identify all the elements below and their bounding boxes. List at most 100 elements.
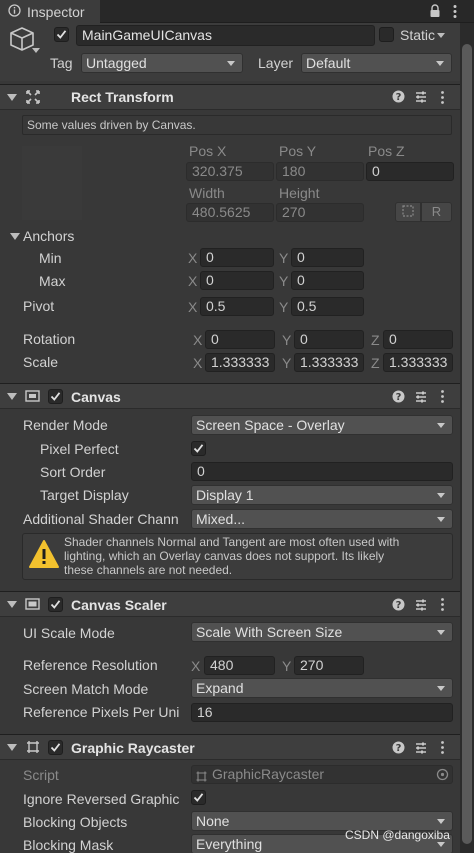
object-picker-icon[interactable] bbox=[436, 768, 449, 784]
rot-x-field[interactable]: 0 bbox=[205, 330, 275, 349]
tab-inspector[interactable]: Inspector bbox=[0, 0, 100, 23]
help-icon[interactable]: ? bbox=[392, 598, 405, 614]
component-menu-icon[interactable] bbox=[440, 389, 445, 407]
layer-label: Layer bbox=[258, 55, 294, 71]
foldout-arrow-icon[interactable] bbox=[7, 744, 17, 751]
static-dropdown-icon[interactable] bbox=[437, 33, 445, 38]
raw-edit-button[interactable]: R bbox=[421, 202, 452, 222]
rot-x-axis: X bbox=[193, 332, 203, 348]
reference-ppu-label: Reference Pixels Per Uni bbox=[23, 704, 180, 720]
tag-dropdown[interactable]: Untagged bbox=[81, 53, 243, 73]
max-y-field[interactable]: 0 bbox=[291, 271, 364, 290]
preset-icon[interactable] bbox=[414, 390, 428, 407]
pivot-x-field[interactable]: 0.5 bbox=[200, 297, 274, 316]
min-x-axis: X bbox=[188, 250, 198, 266]
blocking-mask-label: Blocking Mask bbox=[23, 837, 114, 853]
script-icon bbox=[196, 769, 207, 785]
rect-transform-title: Rect Transform bbox=[71, 89, 174, 105]
min-x-field[interactable]: 0 bbox=[200, 248, 274, 267]
canvas-enabled-checkbox[interactable] bbox=[48, 389, 63, 404]
scale-z-axis: Z bbox=[371, 355, 380, 371]
ignore-reversed-checkbox[interactable] bbox=[191, 790, 206, 805]
pivot-y-field[interactable]: 0.5 bbox=[291, 297, 364, 316]
rect-transform-icon bbox=[26, 90, 40, 107]
graphic-raycaster-icon bbox=[26, 740, 40, 757]
width-field: 480.5625 bbox=[186, 203, 274, 222]
ui-scale-mode-label: UI Scale Mode bbox=[23, 625, 115, 641]
max-y-axis: Y bbox=[279, 273, 289, 289]
object-name-field[interactable]: MainGameUICanvas bbox=[76, 25, 375, 46]
layer-dropdown[interactable]: Default bbox=[301, 53, 452, 73]
rot-y-field[interactable]: 0 bbox=[294, 330, 364, 349]
anchor-preset-button[interactable] bbox=[22, 146, 82, 220]
component-menu-icon[interactable] bbox=[440, 740, 445, 758]
shader-channels-dropdown[interactable]: Mixed... bbox=[191, 509, 453, 529]
ui-scale-mode-dropdown[interactable]: Scale With Screen Size bbox=[191, 622, 453, 642]
screen-match-mode-label: Screen Match Mode bbox=[23, 681, 149, 697]
min-label: Min bbox=[39, 250, 62, 266]
canvas-scaler-enabled-checkbox[interactable] bbox=[48, 597, 63, 612]
render-mode-label: Render Mode bbox=[23, 417, 108, 433]
max-label: Max bbox=[39, 273, 66, 289]
target-display-label: Target Display bbox=[40, 487, 129, 503]
script-field: GraphicRaycaster bbox=[191, 765, 453, 784]
scale-z-field[interactable]: 1.333333 bbox=[383, 353, 453, 372]
foldout-arrow-icon[interactable] bbox=[7, 94, 17, 101]
canvas-header[interactable]: Canvas ? bbox=[0, 383, 460, 409]
anchors-foldout-icon[interactable] bbox=[10, 233, 20, 240]
pos-z-field[interactable]: 0 bbox=[366, 162, 454, 181]
canvas-scaler-header[interactable]: Canvas Scaler ? bbox=[0, 591, 460, 617]
min-y-axis: Y bbox=[279, 250, 289, 266]
preset-icon[interactable] bbox=[414, 598, 428, 615]
rotation-label: Rotation bbox=[23, 331, 76, 347]
rect-transform-header[interactable]: Rect Transform ? bbox=[0, 84, 460, 110]
warning-line-1: Shader channels Normal and Tangent are m… bbox=[64, 535, 400, 549]
pivot-label: Pivot bbox=[23, 298, 55, 314]
foldout-arrow-icon[interactable] bbox=[7, 601, 17, 608]
preset-icon[interactable] bbox=[414, 741, 428, 758]
max-x-axis: X bbox=[188, 273, 198, 289]
scale-y-field[interactable]: 1.333333 bbox=[294, 353, 364, 372]
more-vert-icon[interactable] bbox=[452, 4, 458, 22]
warning-text: Shader channels Normal and Tangent are m… bbox=[64, 535, 399, 577]
pixel-perfect-checkbox[interactable] bbox=[191, 441, 206, 456]
component-menu-icon[interactable] bbox=[440, 597, 445, 615]
help-icon[interactable]: ? bbox=[392, 390, 405, 406]
component-menu-icon[interactable] bbox=[440, 90, 445, 108]
active-checkbox[interactable] bbox=[54, 27, 69, 42]
sort-order-field[interactable]: 0 bbox=[191, 462, 453, 481]
static-checkbox[interactable] bbox=[379, 27, 394, 42]
anchors-label: Anchors bbox=[23, 228, 75, 244]
icon-dropdown-icon[interactable] bbox=[32, 48, 40, 53]
scale-x-field[interactable]: 1.333333 bbox=[205, 353, 275, 372]
help-icon[interactable]: ? bbox=[392, 741, 405, 757]
reference-ppu-field[interactable]: 16 bbox=[191, 703, 453, 722]
raycaster-enabled-checkbox[interactable] bbox=[48, 740, 63, 755]
blueprint-icon bbox=[402, 204, 414, 220]
tag-label: Tag bbox=[50, 55, 73, 71]
svg-text:?: ? bbox=[396, 392, 402, 403]
script-label: Script bbox=[23, 767, 59, 783]
height-field: 270 bbox=[276, 203, 364, 222]
ref-y-field[interactable]: 270 bbox=[294, 656, 364, 675]
target-display-dropdown[interactable]: Display 1 bbox=[191, 485, 453, 505]
foldout-arrow-icon[interactable] bbox=[7, 393, 17, 400]
height-label: Height bbox=[279, 185, 320, 201]
rot-z-field[interactable]: 0 bbox=[383, 330, 453, 349]
preset-icon[interactable] bbox=[414, 90, 428, 107]
blueprint-mode-button[interactable] bbox=[395, 202, 421, 222]
max-x-field[interactable]: 0 bbox=[200, 271, 274, 290]
ref-x-field[interactable]: 480 bbox=[204, 656, 275, 675]
scrollbar-thumb[interactable] bbox=[462, 44, 472, 844]
help-icon[interactable]: ? bbox=[392, 90, 405, 106]
render-mode-dropdown[interactable]: Screen Space - Overlay bbox=[191, 415, 453, 435]
reference-resolution-label: Reference Resolution bbox=[23, 657, 158, 673]
sort-order-label: Sort Order bbox=[40, 464, 106, 480]
tab-label: Inspector bbox=[27, 3, 85, 20]
pos-y-label: Pos Y bbox=[279, 143, 317, 159]
min-y-field[interactable]: 0 bbox=[291, 248, 364, 267]
screen-match-mode-dropdown[interactable]: Expand bbox=[191, 678, 453, 698]
lock-icon[interactable] bbox=[429, 4, 441, 21]
graphic-raycaster-header[interactable]: Graphic Raycaster ? bbox=[0, 734, 460, 760]
graphic-raycaster-title: Graphic Raycaster bbox=[71, 740, 195, 756]
